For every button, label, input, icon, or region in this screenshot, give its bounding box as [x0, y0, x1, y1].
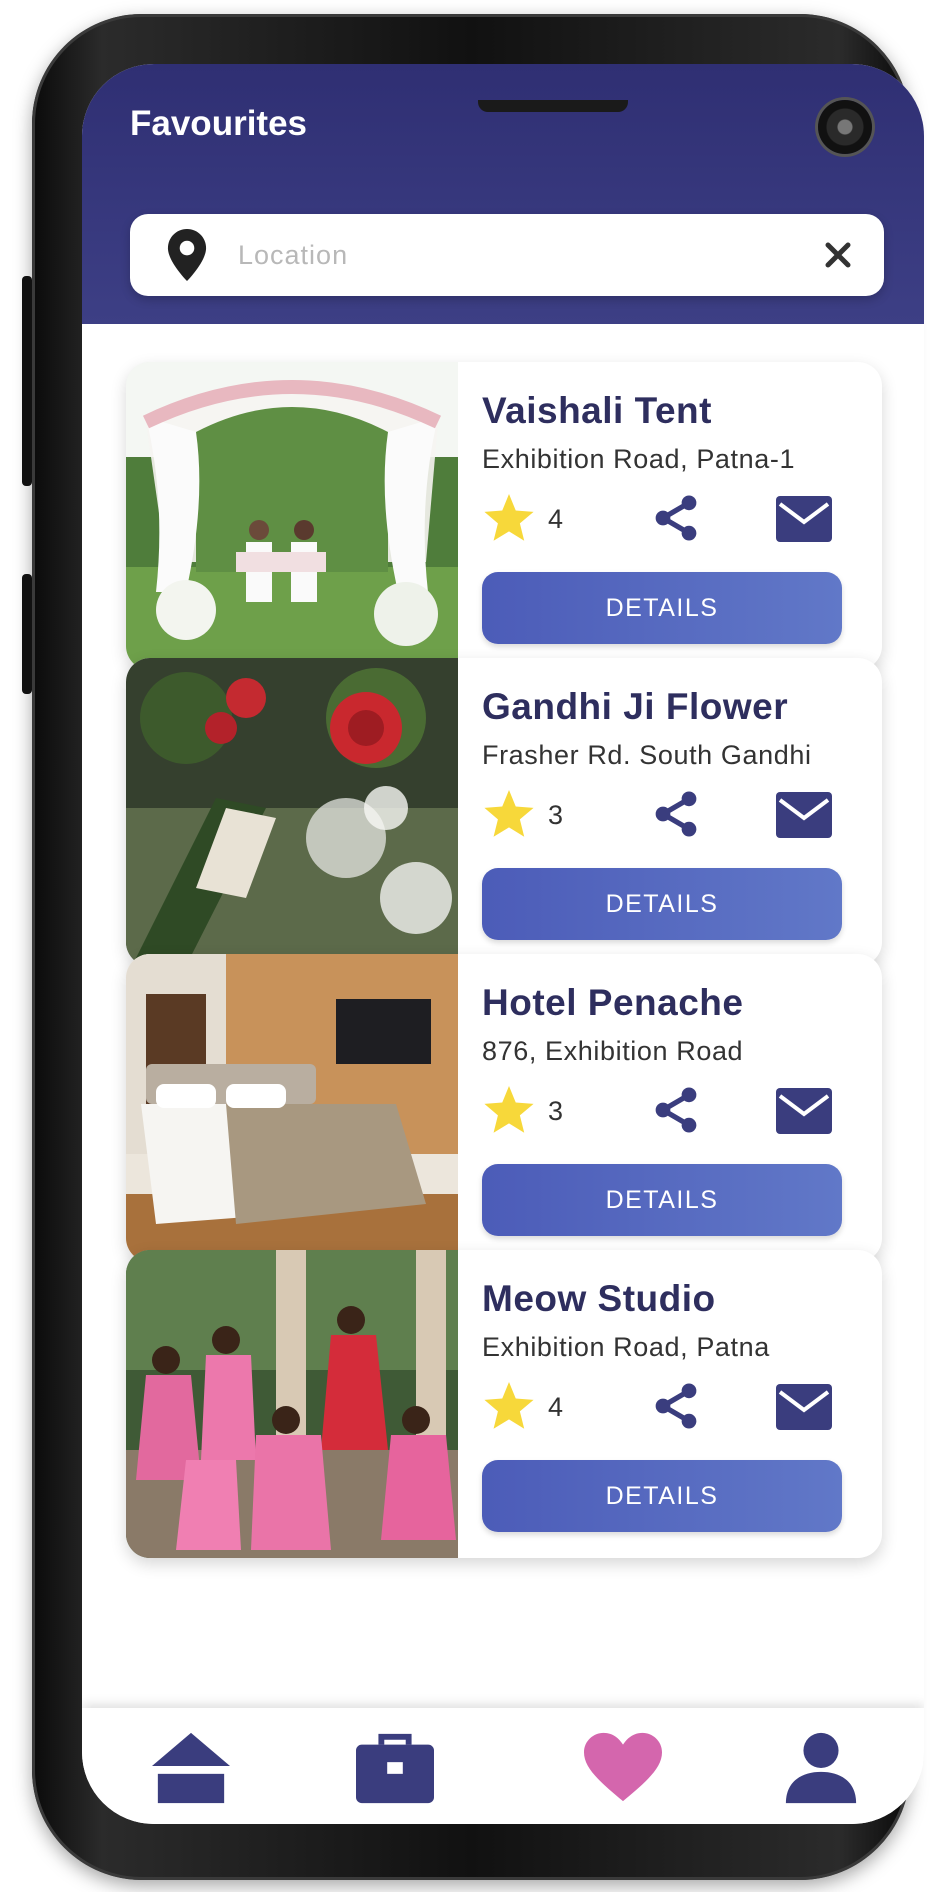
favourite-card: Vaishali Tent Exhibition Road, Patna-1 4 — [126, 362, 882, 670]
card-info: Hotel Penache 876, Exhibition Road 3 DET… — [482, 954, 882, 1262]
card-actions: 4 — [482, 490, 842, 546]
rating-value: 4 — [548, 1392, 564, 1422]
card-actions: 3 — [482, 786, 842, 842]
card-address: Exhibition Road, Patna — [482, 1332, 770, 1362]
card-title: Gandhi Ji Flower — [482, 686, 789, 727]
card-actions: 4 — [482, 1378, 842, 1434]
mail-icon[interactable] — [776, 1384, 832, 1430]
card-actions: 3 — [482, 1082, 842, 1138]
location-pin-icon — [167, 229, 207, 281]
briefcase-icon[interactable] — [356, 1732, 434, 1804]
page-title: Favourites — [130, 104, 307, 143]
favourite-card: Hotel Penache 876, Exhibition Road 3 DET… — [126, 954, 882, 1262]
earpiece — [478, 100, 628, 112]
home-icon[interactable] — [152, 1732, 230, 1804]
rating-value: 3 — [548, 1096, 564, 1126]
venue-photo — [126, 954, 458, 1262]
card-info: Meow Studio Exhibition Road, Patna 4 DET… — [482, 1250, 882, 1558]
card-info: Vaishali Tent Exhibition Road, Patna-1 4 — [482, 362, 882, 670]
header: Favourites — [82, 64, 924, 324]
card-address: Frasher Rd. South Gandhi — [482, 740, 812, 770]
card-address: Exhibition Road, Patna-1 — [482, 444, 796, 474]
card-title: Hotel Penache — [482, 982, 744, 1023]
venue-photo — [126, 658, 458, 966]
share-icon[interactable] — [650, 788, 702, 840]
phone-frame: Favourites Location Vaishali Tent Exhibi… — [22, 14, 924, 1880]
bixby-button — [22, 574, 32, 694]
venue-photo — [126, 1250, 458, 1558]
close-icon — [825, 242, 851, 268]
location-input[interactable] — [238, 225, 818, 285]
front-camera — [818, 100, 872, 154]
profile-icon[interactable] — [782, 1732, 860, 1804]
rating-value: 3 — [548, 800, 564, 830]
details-button[interactable]: DETAILS — [482, 868, 842, 940]
card-title: Vaishali Tent — [482, 390, 712, 431]
details-button[interactable]: DETAILS — [482, 572, 842, 644]
share-icon[interactable] — [650, 1380, 702, 1432]
volume-button — [22, 276, 32, 486]
star-icon — [484, 494, 534, 541]
heart-icon[interactable] — [584, 1732, 662, 1804]
card-info: Gandhi Ji Flower Frasher Rd. South Gandh… — [482, 658, 882, 966]
mail-icon[interactable] — [776, 792, 832, 838]
favourite-card: Meow Studio Exhibition Road, Patna 4 DET… — [126, 1250, 882, 1558]
star-icon — [484, 790, 534, 837]
share-icon[interactable] — [650, 1084, 702, 1136]
app-screen: Favourites Location Vaishali Tent Exhibi… — [82, 64, 924, 1824]
details-button[interactable]: DETAILS — [482, 1460, 842, 1532]
mail-icon[interactable] — [776, 496, 832, 542]
mail-icon[interactable] — [776, 1088, 832, 1134]
card-title: Meow Studio — [482, 1278, 716, 1319]
star-icon — [484, 1382, 534, 1429]
share-icon[interactable] — [650, 492, 702, 544]
venue-photo — [126, 362, 458, 670]
search-bar — [130, 214, 884, 296]
bottom-navigation — [82, 1708, 924, 1824]
favourite-card: Gandhi Ji Flower Frasher Rd. South Gandh… — [126, 658, 882, 966]
star-icon — [484, 1086, 534, 1133]
clear-button[interactable] — [818, 235, 858, 275]
details-button[interactable]: DETAILS — [482, 1164, 842, 1236]
rating-value: 4 — [548, 504, 564, 534]
card-address: 876, Exhibition Road — [482, 1036, 744, 1066]
favourites-list: Vaishali Tent Exhibition Road, Patna-1 4 — [82, 324, 924, 1744]
